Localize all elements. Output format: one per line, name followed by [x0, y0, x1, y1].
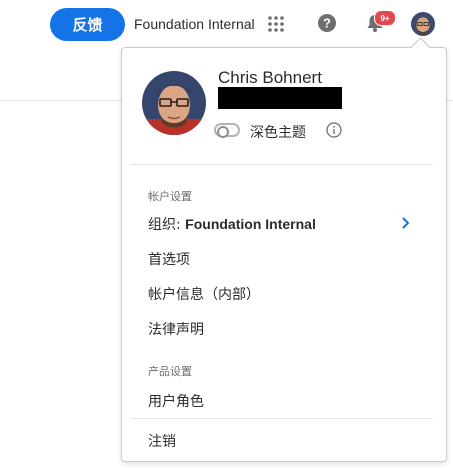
redacted-email — [218, 87, 342, 109]
notification-badge: 9+ — [374, 10, 396, 26]
legal-menu-item[interactable]: 法律声明 — [148, 319, 204, 339]
sign-out-menu-item[interactable]: 注销 — [148, 431, 176, 451]
dark-theme-toggle[interactable] — [214, 123, 240, 138]
svg-text:?: ? — [323, 16, 331, 31]
popover-divider — [131, 418, 433, 419]
org-value: Foundation Internal — [185, 216, 316, 232]
user-avatar-button[interactable] — [411, 12, 435, 36]
dark-theme-label: 深色主题 — [250, 125, 306, 141]
org-switcher[interactable]: Foundation Internal — [134, 16, 255, 32]
profile-name: Chris Bohnert — [218, 68, 322, 87]
account-settings-label: 帐户设置 — [148, 190, 192, 203]
apps-grid-icon[interactable] — [266, 14, 286, 34]
info-icon[interactable] — [326, 122, 342, 138]
product-settings-label: 产品设置 — [148, 365, 192, 378]
chevron-right-icon[interactable] — [400, 216, 412, 229]
top-bar: 反馈 Foundation Internal ? 9+ — [0, 0, 453, 49]
preferences-menu-item[interactable]: 首选项 — [148, 249, 190, 269]
profile-avatar — [142, 71, 206, 135]
popover-divider — [131, 164, 433, 165]
org-prefix: 组织: — [148, 217, 181, 233]
help-icon[interactable]: ? — [317, 13, 337, 33]
account-info-menu-item[interactable]: 帐户信息（内部） — [148, 284, 260, 304]
feedback-button[interactable]: 反馈 — [50, 8, 125, 41]
user-roles-menu-item[interactable]: 用户角色 — [148, 391, 204, 411]
toggle-knob — [217, 126, 229, 138]
org-menu-item[interactable]: 组织: Foundation Internal — [148, 214, 316, 234]
